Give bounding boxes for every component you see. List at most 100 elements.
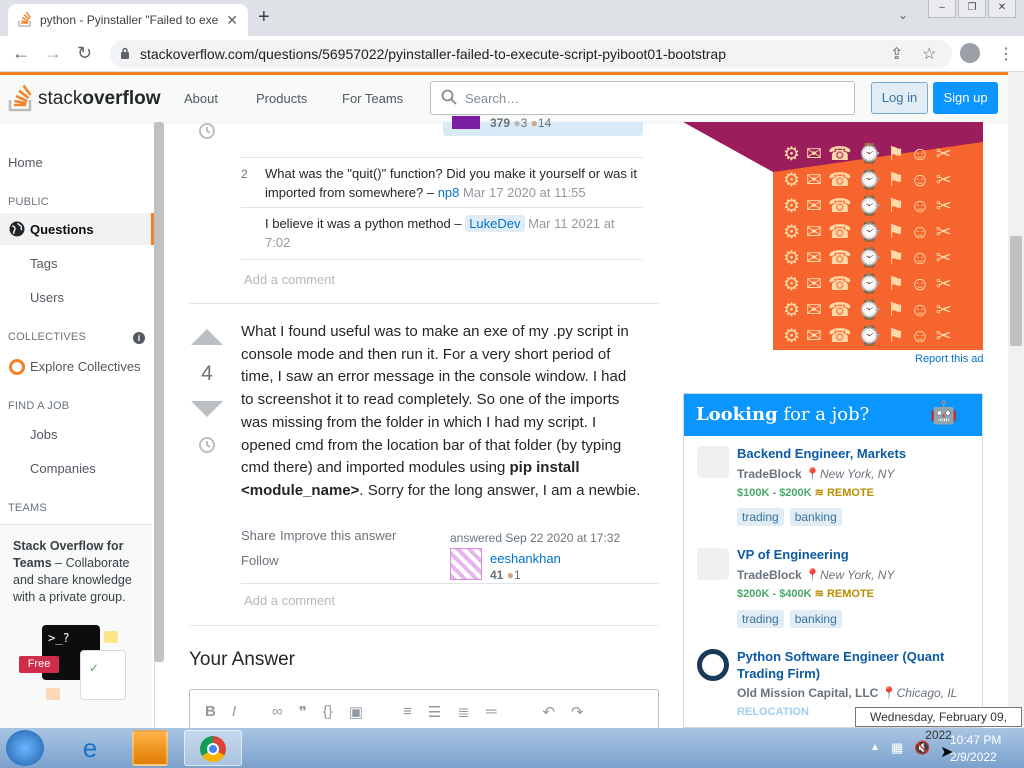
job-tags: trading banking [737, 508, 842, 526]
date-tooltip: Wednesday, February 09, 2022 [855, 707, 1022, 742]
start-button-icon[interactable] [6, 730, 44, 766]
link-icon[interactable]: ∞ [272, 703, 283, 721]
history-icon[interactable] [197, 121, 217, 144]
rule-icon[interactable]: ═ [486, 703, 497, 721]
answer-user-link[interactable]: eeshankhan [490, 551, 561, 566]
sidebar-item-tags[interactable]: Tags [30, 256, 57, 271]
share-link[interactable]: Share [241, 528, 276, 543]
advertisement[interactable]: ⚙✉☎⌚⚑☺✂⚙✉☎⌚⚑☺✂⚙✉☎⌚⚑☺✂⚙✉☎⌚⚑☺✂⚙✉☎⌚⚑☺✂⚙✉☎⌚⚑… [683, 122, 983, 350]
back-icon[interactable]: ← [12, 43, 30, 64]
wifi-icon: ≋ [814, 588, 824, 600]
forward-icon[interactable]: → [44, 43, 62, 64]
heading-icon[interactable]: ≣ [457, 703, 470, 721]
job-title[interactable]: Backend Engineer, Markets [737, 445, 906, 462]
reload-icon[interactable]: ↻ [77, 43, 92, 64]
code-icon[interactable]: {} [323, 703, 333, 721]
sidebar-item-jobs[interactable]: Jobs [30, 427, 57, 442]
answer-body: What I found useful was to make an exe o… [241, 323, 641, 499]
comment-divider [241, 583, 659, 584]
share-icon[interactable]: ⇪ [890, 44, 903, 64]
undo-icon[interactable]: ↶ [542, 703, 555, 721]
redo-icon[interactable]: ↷ [571, 703, 584, 721]
tray-expand-icon[interactable]: ▲ [870, 742, 880, 753]
bullet-list-icon[interactable]: ☰ [428, 703, 441, 721]
location-pin-icon: 📍 [805, 568, 820, 582]
image-icon[interactable]: ▣ [349, 703, 363, 721]
nav-products[interactable]: Products [256, 91, 307, 106]
login-button[interactable]: Log in [871, 82, 928, 114]
quote-icon[interactable]: ❞ [299, 703, 307, 721]
tag[interactable]: banking [789, 508, 842, 526]
italic-icon[interactable]: I [232, 703, 236, 721]
chrome-taskbar-button[interactable] [184, 730, 242, 766]
company-logo-icon [697, 446, 729, 478]
tab-search-chevron-icon[interactable]: ⌄ [898, 8, 908, 22]
user-reputation: 379 ●3 ●14 [490, 116, 552, 130]
clock-time[interactable]: 10:47 PM [950, 733, 1001, 747]
browser-tab[interactable]: python - Pyinstaller "Failed to exe ✕ [8, 4, 248, 36]
info-icon[interactable]: i [133, 332, 145, 344]
network-icon[interactable]: ▦ [891, 740, 903, 756]
upvote-button[interactable] [191, 329, 223, 345]
address-bar[interactable]: stackoverflow.com/questions/56957022/pyi… [110, 40, 952, 68]
job-salary: $200K - $400K ≋ REMOTE [737, 588, 875, 600]
new-tab-icon[interactable]: + [258, 6, 270, 29]
comment-divider [241, 259, 643, 260]
sidebar-item-users[interactable]: Users [30, 290, 64, 305]
page-scrollbar[interactable] [1008, 72, 1024, 728]
comment-divider [241, 207, 643, 208]
clock-date[interactable]: 2/9/2022 [950, 750, 997, 764]
report-ad-link[interactable]: Report this ad [915, 353, 983, 365]
sidebar-item-home[interactable]: Home [8, 155, 43, 170]
collectives-icon [9, 359, 25, 375]
job-company: Old Mission Capital, LLC 📍Chicago, IL [737, 686, 958, 700]
stackoverflow-logo[interactable]: stackoverflow [8, 82, 160, 115]
history-icon[interactable] [197, 435, 217, 458]
free-badge: Free [19, 656, 59, 673]
profile-icon[interactable] [960, 43, 980, 63]
nav-for-teams[interactable]: For Teams [342, 91, 403, 106]
stackoverflow-favicon-icon [18, 11, 32, 30]
tag[interactable]: trading [737, 610, 784, 628]
signup-button[interactable]: Sign up [933, 82, 998, 114]
comment-user-link[interactable]: LukeDev [465, 215, 525, 232]
job-company: TradeBlock 📍New York, NY [737, 568, 895, 582]
jobs-heading: Looking for a job? [696, 404, 870, 425]
ad-pattern-icons: ⚙✉☎⌚⚑☺✂⚙✉☎⌚⚑☺✂⚙✉☎⌚⚑☺✂⚙✉☎⌚⚑☺✂⚙✉☎⌚⚑☺✂⚙✉☎⌚⚑… [783, 144, 958, 347]
add-comment-link[interactable]: Add a comment [244, 593, 335, 608]
maximize-icon[interactable]: ❐ [958, 0, 986, 18]
internet-explorer-icon[interactable]: e [72, 730, 108, 766]
lock-icon [120, 47, 130, 62]
menu-icon[interactable]: ⋮ [998, 44, 1014, 64]
tag[interactable]: banking [789, 610, 842, 628]
globe-icon [9, 221, 25, 240]
search-input[interactable]: Search… [430, 81, 855, 115]
search-icon [441, 89, 457, 108]
ordered-list-icon[interactable]: ≡ [403, 703, 412, 721]
minimize-icon[interactable]: – [928, 0, 956, 18]
job-title[interactable]: VP of Engineering [737, 546, 849, 563]
close-tab-icon[interactable]: ✕ [226, 12, 238, 29]
close-window-icon[interactable]: ✕ [988, 0, 1016, 18]
add-comment-link[interactable]: Add a comment [244, 272, 335, 287]
media-player-icon[interactable] [132, 730, 168, 766]
job-company: TradeBlock 📍New York, NY [737, 467, 895, 481]
sidebar-scrollbar[interactable] [154, 122, 164, 662]
nav-about[interactable]: About [184, 91, 218, 106]
downvote-button[interactable] [191, 401, 223, 417]
comment-user-link[interactable]: np8 [438, 185, 460, 200]
tag[interactable]: trading [737, 508, 784, 526]
job-title[interactable]: Python Software Engineer (Quant Trading … [737, 648, 967, 682]
user-avatar[interactable] [450, 548, 482, 580]
comment-time: Mar 17 2020 at 11:55 [463, 185, 586, 200]
sidebar-item-companies[interactable]: Companies [30, 461, 96, 476]
sidebar-item-explore-collectives[interactable]: Explore Collectives [30, 359, 141, 374]
page-scrollbar-thumb[interactable] [1010, 236, 1022, 346]
bold-icon[interactable]: B [205, 703, 216, 721]
improve-answer-link[interactable]: Improve this answer [280, 528, 396, 543]
user-avatar[interactable] [452, 116, 480, 129]
location-pin-icon: 📍 [881, 686, 897, 700]
star-icon[interactable]: ☆ [922, 44, 936, 64]
answer-divider [189, 303, 659, 304]
follow-link[interactable]: Follow [241, 553, 279, 568]
